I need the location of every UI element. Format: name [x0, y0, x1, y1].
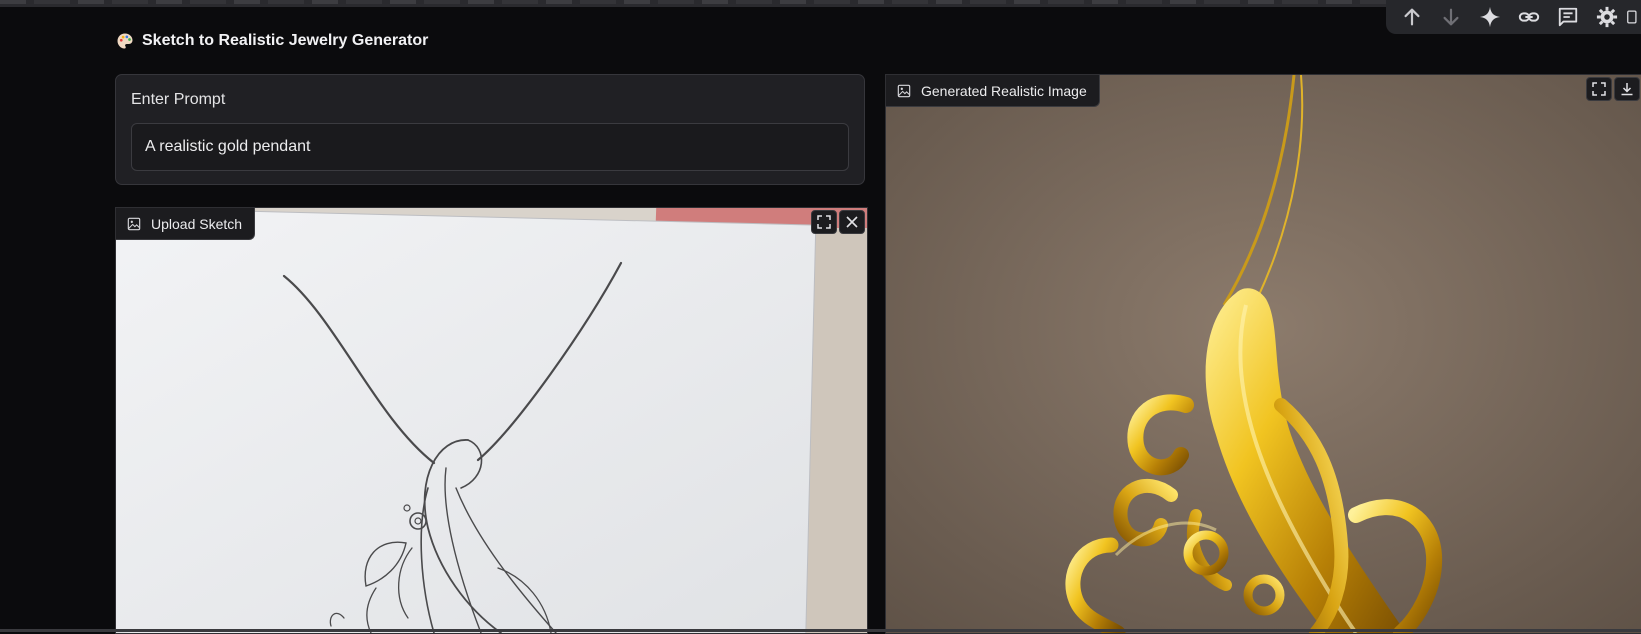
generated-panel-tab: Generated Realistic Image	[886, 75, 1100, 107]
remove-image-button[interactable]	[839, 210, 865, 234]
image-icon	[897, 84, 911, 97]
prompt-card: Enter Prompt	[115, 74, 865, 185]
download-icon	[1621, 83, 1633, 96]
generated-panel-tools	[1586, 77, 1640, 101]
prompt-label: Enter Prompt	[131, 91, 226, 108]
prompt-input[interactable]	[131, 123, 849, 171]
sketch-panel-tools	[811, 210, 865, 234]
sketch-panel[interactable]: Upload Sketch	[115, 207, 868, 634]
palette-icon	[117, 33, 133, 49]
doc-icon[interactable]	[1626, 0, 1641, 34]
download-button[interactable]	[1614, 77, 1640, 101]
floating-toolbar	[1386, 0, 1641, 34]
close-icon	[846, 216, 858, 228]
gear-icon[interactable]	[1587, 0, 1626, 34]
fullscreen-button[interactable]	[1586, 77, 1612, 101]
generated-image	[886, 75, 1641, 633]
arrow-down-icon[interactable]	[1431, 0, 1470, 34]
link-icon[interactable]	[1509, 0, 1548, 34]
sparkle-icon[interactable]	[1470, 0, 1509, 34]
generated-panel: Generated Realistic Image	[885, 74, 1641, 634]
generated-panel-label: Generated Realistic Image	[921, 82, 1087, 99]
app-title-text: Sketch to Realistic Jewelry Generator	[142, 32, 429, 49]
sketch-image	[116, 208, 867, 633]
fullscreen-icon	[817, 215, 831, 229]
arrow-up-icon[interactable]	[1392, 0, 1431, 34]
app-title: Sketch to Realistic Jewelry Generator	[116, 30, 428, 52]
sketch-panel-label: Upload Sketch	[151, 215, 243, 232]
image-icon	[127, 217, 141, 230]
sketch-panel-tab: Upload Sketch	[116, 208, 256, 240]
fullscreen-icon	[1592, 82, 1606, 96]
comment-icon[interactable]	[1548, 0, 1587, 34]
fullscreen-button[interactable]	[811, 210, 837, 234]
